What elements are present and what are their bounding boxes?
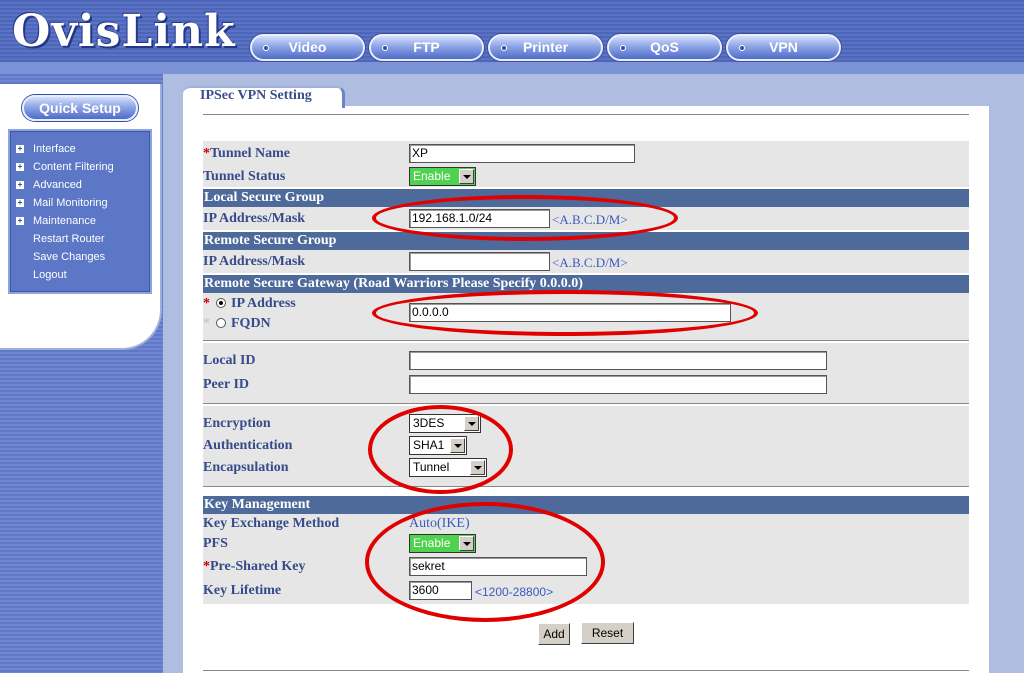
- gateway-ip-radio[interactable]: [216, 298, 226, 308]
- sidebar-item-advanced[interactable]: + Advanced: [10, 177, 150, 195]
- local-ip-mask-label: IP Address/Mask: [203, 211, 306, 226]
- encryption-label: Encryption: [203, 416, 271, 431]
- bullet-icon: [501, 45, 507, 51]
- form-section-bg: [203, 406, 969, 486]
- tab-label: IPSec VPN Setting: [200, 88, 312, 103]
- divider: [203, 340, 969, 342]
- key-exchange-method-label: Key Exchange Method: [203, 516, 340, 531]
- highlight-oval: [372, 290, 758, 336]
- divider: [203, 670, 969, 672]
- peer-id-label: Peer ID: [203, 377, 249, 392]
- sidebar-item-label: Content Filtering: [33, 161, 114, 173]
- encapsulation-label: Encapsulation: [203, 460, 289, 475]
- nav-printer-button[interactable]: Printer: [488, 34, 603, 61]
- nav-vpn-button[interactable]: VPN: [726, 34, 841, 61]
- sidebar-menu: + Interface + Content Filtering + Advanced …: [8, 129, 152, 294]
- nav-qos-button[interactable]: QoS: [607, 34, 722, 61]
- add-button[interactable]: Add: [538, 623, 570, 645]
- highlight-oval: [372, 195, 678, 241]
- sidebar-item-label: Restart Router: [33, 233, 105, 245]
- sidebar-item-mail-monitoring[interactable]: + Mail Monitoring: [10, 195, 150, 213]
- sidebar-item-label: Mail Monitoring: [33, 197, 108, 209]
- quick-setup-button[interactable]: Quick Setup: [22, 95, 138, 121]
- label-text: Tunnel Name: [210, 146, 291, 161]
- nav-label: Video: [288, 39, 327, 55]
- gateway-fqdn-label: FQDN: [231, 316, 271, 331]
- expand-plus-icon: +: [16, 216, 24, 225]
- sidebar-item-restart-router[interactable]: Restart Router: [10, 231, 150, 249]
- remote-ip-mask-label: IP Address/Mask: [203, 254, 306, 269]
- gateway-ip-label: *: [203, 296, 210, 312]
- ip-format-hint: <A.B.C.D/M>: [552, 255, 628, 270]
- sidebar-item-label: Logout: [33, 269, 67, 281]
- header-band: [0, 62, 1024, 74]
- sidebar-item-label: Advanced: [33, 179, 82, 191]
- sidebar-item-label: Save Changes: [33, 251, 106, 263]
- divider: [203, 114, 969, 116]
- bullet-icon: [620, 45, 626, 51]
- nav-ftp-button[interactable]: FTP: [369, 34, 484, 61]
- sidebar-item-interface[interactable]: + Interface: [10, 141, 150, 159]
- nav-label: Printer: [522, 39, 569, 55]
- tunnel-status-select[interactable]: Enable: [409, 167, 476, 186]
- expand-plus-icon: +: [16, 198, 24, 207]
- divider: [203, 486, 969, 488]
- sidebar-item-label: Maintenance: [33, 215, 96, 227]
- gateway-fqdn-marker: *: [203, 316, 210, 331]
- sidebar-item-save-changes[interactable]: Save Changes: [10, 249, 150, 267]
- sidebar-item-maintenance[interactable]: + Maintenance: [10, 213, 150, 231]
- nav-label: FTP: [413, 39, 440, 55]
- reset-button[interactable]: Reset: [581, 622, 634, 644]
- required-marker: *: [203, 559, 210, 574]
- expand-plus-icon: +: [16, 144, 24, 153]
- local-id-label: Local ID: [203, 353, 256, 368]
- nav-video-button[interactable]: Video: [250, 34, 365, 61]
- highlight-oval: [365, 502, 605, 622]
- tunnel-name-input[interactable]: XP: [409, 144, 635, 163]
- nav-label: VPN: [769, 39, 798, 55]
- key-lifetime-label: Key Lifetime: [203, 583, 282, 598]
- required-marker: *: [203, 146, 210, 161]
- authentication-label: Authentication: [203, 438, 293, 453]
- sidebar-item-content-filtering[interactable]: + Content Filtering: [10, 159, 150, 177]
- brand-logo: OvisLink: [12, 6, 236, 57]
- nav-label: QoS: [650, 39, 679, 55]
- tunnel-status-label: Tunnel Status: [203, 169, 286, 184]
- required-marker: *: [203, 296, 210, 311]
- expand-plus-icon: +: [16, 162, 24, 171]
- remote-ip-mask-input[interactable]: [409, 252, 550, 271]
- peer-id-input[interactable]: [409, 375, 827, 394]
- bullet-icon: [739, 45, 745, 51]
- bullet-icon: [382, 45, 388, 51]
- divider: [203, 403, 969, 405]
- gateway-fqdn-radio[interactable]: [216, 318, 226, 328]
- sidebar-item-logout[interactable]: Logout: [10, 267, 150, 285]
- expand-plus-icon: +: [16, 180, 24, 189]
- gateway-ip-label-text: IP Address: [231, 296, 296, 311]
- tunnel-name-label: *Tunnel Name: [203, 146, 290, 162]
- select-value: Enable: [413, 169, 451, 183]
- sidebar-item-label: Interface: [33, 143, 76, 155]
- pfs-label: PFS: [203, 536, 228, 551]
- pre-shared-key-label: *Pre-Shared Key: [203, 559, 306, 575]
- highlight-oval: [368, 405, 513, 494]
- bullet-icon: [263, 45, 269, 51]
- local-id-input[interactable]: [409, 351, 827, 370]
- key-management-header: Key Management: [203, 496, 969, 514]
- chevron-down-icon: [459, 169, 474, 184]
- label-text: Pre-Shared Key: [210, 559, 306, 574]
